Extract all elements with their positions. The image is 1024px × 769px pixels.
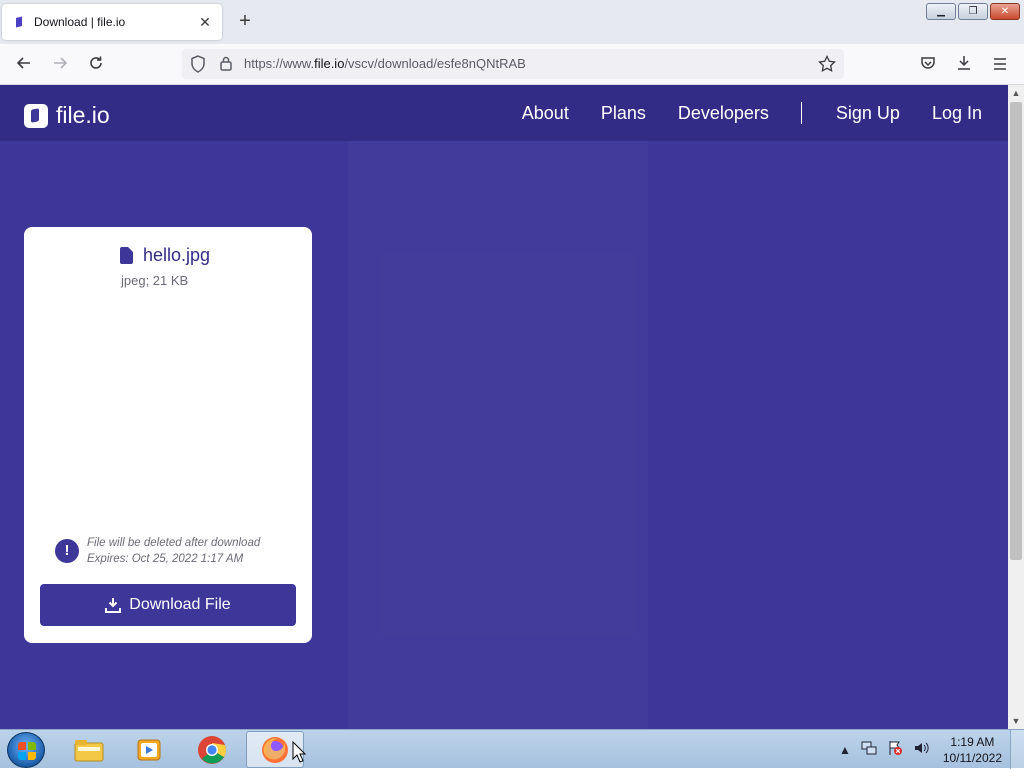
chrome-taskbar-icon[interactable] [183,731,241,768]
page-content: file.io About Plans Developers Sign Up L… [0,85,1008,729]
clock-time: 1:19 AM [950,734,995,749]
action-center-flag-icon[interactable] [887,740,903,759]
close-window-button[interactable]: ✕ [990,3,1020,20]
url-text[interactable]: https://www.file.io/vscv/download/esfe8n… [244,56,526,71]
url-prefix: https://www. [244,56,315,71]
restore-button[interactable]: ❐ [958,3,988,20]
reload-icon[interactable] [84,53,108,77]
media-player-taskbar-icon[interactable] [120,731,178,768]
browser-tab[interactable]: Download | file.io ✕ [2,4,222,40]
pocket-icon[interactable] [916,53,940,77]
tray-expand-arrow-icon[interactable]: ▲ [839,743,851,757]
minimize-button[interactable]: ▁ [926,3,956,20]
hamburger-menu-icon[interactable] [988,53,1012,77]
site-nav: About Plans Developers Sign Up Log In [522,85,1008,141]
download-button-label: Download File [129,596,231,613]
nav-signup-link[interactable]: Sign Up [836,103,900,124]
file-title-row: hello.jpg [120,245,210,266]
download-card: hello.jpg jpeg; 21 KB ! File will be del… [24,227,312,643]
show-desktop-button[interactable] [1010,730,1024,769]
downloads-icon[interactable] [952,53,976,77]
volume-icon[interactable] [913,740,929,759]
expiry-notice: ! File will be deleted after download Ex… [55,535,260,567]
taskbar-clock[interactable]: 1:19 AM 10/11/2022 [943,734,1002,766]
nav-developers-link[interactable]: Developers [678,103,769,124]
bookmark-star-icon[interactable] [818,54,836,78]
forward-arrow-icon[interactable] [48,53,72,77]
file-explorer-taskbar-icon[interactable] [60,731,118,768]
window-controls: ▁ ❐ ✕ [926,3,1020,20]
nav-plans-link[interactable]: Plans [601,103,646,124]
nav-about-link[interactable]: About [522,103,569,124]
nav-divider [800,102,802,124]
notice-delete-text: File will be deleted after download [87,537,261,549]
site-logo[interactable]: file.io [24,102,110,129]
page-scrollbar[interactable]: ▲ ▼ [1008,85,1024,729]
file-name: hello.jpg [143,245,211,265]
scroll-up-arrow-icon[interactable]: ▲ [1008,85,1024,101]
file-icon [120,247,133,264]
scroll-down-arrow-icon[interactable]: ▼ [1008,713,1024,729]
back-arrow-icon[interactable] [12,53,36,77]
site-header: file.io About Plans Developers Sign Up L… [0,85,1008,141]
system-tray: ▲ 1:19 AM 10/11/2022 [839,730,1002,769]
network-icon[interactable] [861,740,877,759]
background-stripe [348,141,648,729]
tab-title: Download | file.io [34,15,126,29]
start-button[interactable] [7,732,45,768]
browser-nav-bar: https://www.file.io/vscv/download/esfe8n… [0,44,1024,85]
file-meta: jpeg; 21 KB [121,273,189,288]
browser-tab-bar: Download | file.io ✕ + ▁ ❐ ✕ [0,0,1024,44]
tab-close-icon[interactable]: ✕ [196,14,214,31]
clock-date: 10/11/2022 [942,750,1002,765]
download-icon [105,597,122,613]
url-host: file.io [314,56,345,71]
exclamation-icon: ! [55,539,79,563]
taskbar: ▲ 1:19 AM 10/11/2022 [0,729,1024,769]
shield-icon[interactable] [190,55,206,78]
nav-login-link[interactable]: Log In [932,103,982,124]
fileio-logo-icon [24,103,48,128]
notice-text: File will be deleted after download Expi… [87,535,260,567]
scrollbar-thumb[interactable] [1010,102,1022,560]
notice-expires-text: Expires: Oct 25, 2022 1:17 AM [87,553,244,565]
download-file-button[interactable]: Download File [40,584,296,626]
lock-icon[interactable] [219,55,233,77]
address-bar[interactable]: https://www.file.io/vscv/download/esfe8n… [182,49,844,79]
new-tab-button[interactable]: + [234,10,256,32]
mouse-cursor-icon [292,740,307,768]
fileio-favicon-icon [12,15,26,29]
logo-text: file.io [56,102,110,128]
url-path: /vscv/download/esfe8nQNtRAB [344,56,526,71]
windows-logo-icon [18,742,36,760]
